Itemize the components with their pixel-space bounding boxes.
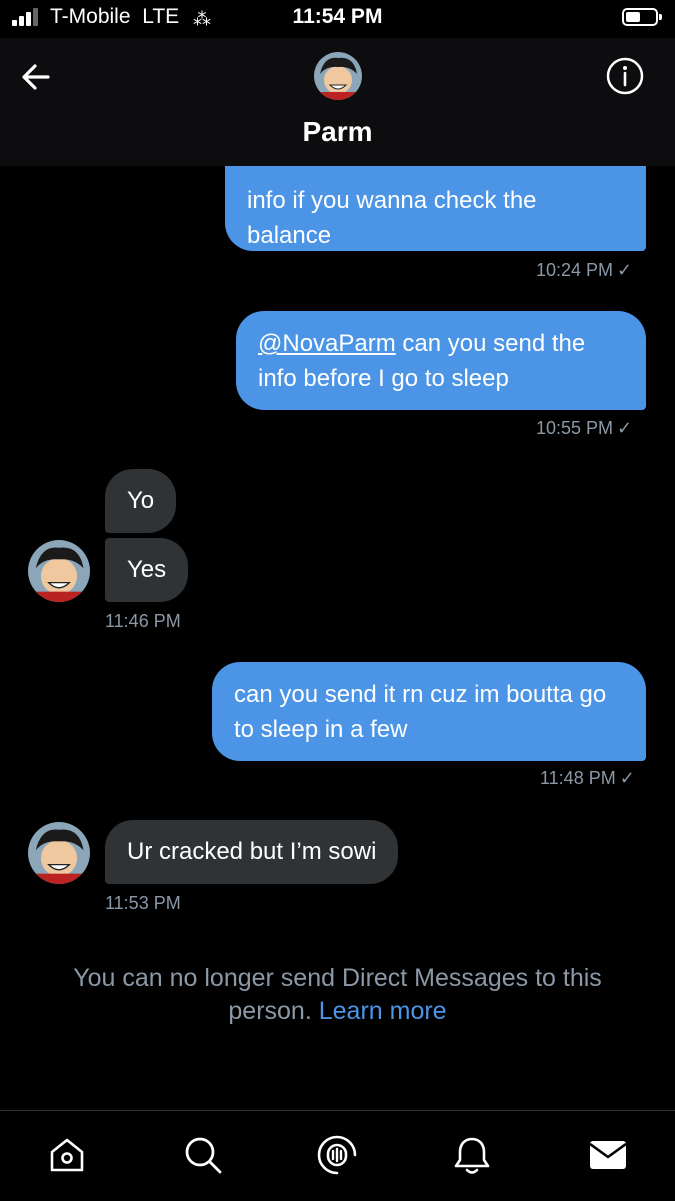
- nav-spaces-button[interactable]: [315, 1133, 359, 1177]
- search-icon: [185, 1137, 222, 1174]
- back-button[interactable]: [18, 58, 56, 96]
- message-bubble-received[interactable]: Yes: [105, 538, 189, 602]
- conversation-header: Parm: [0, 38, 675, 166]
- bottom-navigation: [0, 1110, 675, 1201]
- message-timestamp: 11:53 PM: [105, 893, 181, 913]
- spaces-icon: [317, 1135, 357, 1175]
- status-bar: T-Mobile LTE ⁂ 11:54 PM: [0, 0, 675, 38]
- notifications-icon: [454, 1137, 490, 1174]
- nav-search-button[interactable]: [181, 1133, 225, 1177]
- dm-restricted-notice: You can no longer send Direct Messages t…: [73, 964, 602, 1025]
- user-mention-link[interactable]: @NovaParm: [258, 330, 396, 357]
- nav-messages-button[interactable]: [586, 1133, 630, 1177]
- message-timestamp: 10:24 PM ✓: [536, 260, 633, 280]
- learn-more-link[interactable]: Learn more: [319, 997, 447, 1025]
- message-bubble-sent[interactable]: can you send it rn cuz im boutta go to s…: [212, 662, 646, 761]
- sender-avatar[interactable]: [28, 540, 90, 602]
- contact-name[interactable]: Parm: [0, 116, 675, 148]
- battery-icon: [622, 8, 662, 26]
- nav-notifications-button[interactable]: [450, 1133, 494, 1177]
- arrow-left-icon: [22, 64, 50, 90]
- message-timestamp: 11:46 PM: [105, 611, 181, 631]
- messages-icon: [589, 1141, 627, 1169]
- message-timestamp: 11:48 PM ✓: [540, 768, 635, 788]
- sender-avatar[interactable]: [28, 822, 90, 884]
- message-bubble-received[interactable]: Ur cracked but I’m sowi: [105, 820, 399, 884]
- home-icon: [50, 1138, 84, 1172]
- status-time: 11:54 PM: [292, 5, 383, 28]
- nav-home-button[interactable]: [45, 1133, 89, 1177]
- message-timestamp: 10:55 PM ✓: [536, 418, 633, 438]
- message-bubble-sent[interactable]: @NovaParm can you send the info before I…: [236, 311, 646, 410]
- info-button[interactable]: [605, 56, 645, 96]
- contact-avatar[interactable]: [314, 52, 362, 100]
- info-icon: [606, 57, 644, 95]
- message-bubble-received[interactable]: Yo: [105, 469, 177, 533]
